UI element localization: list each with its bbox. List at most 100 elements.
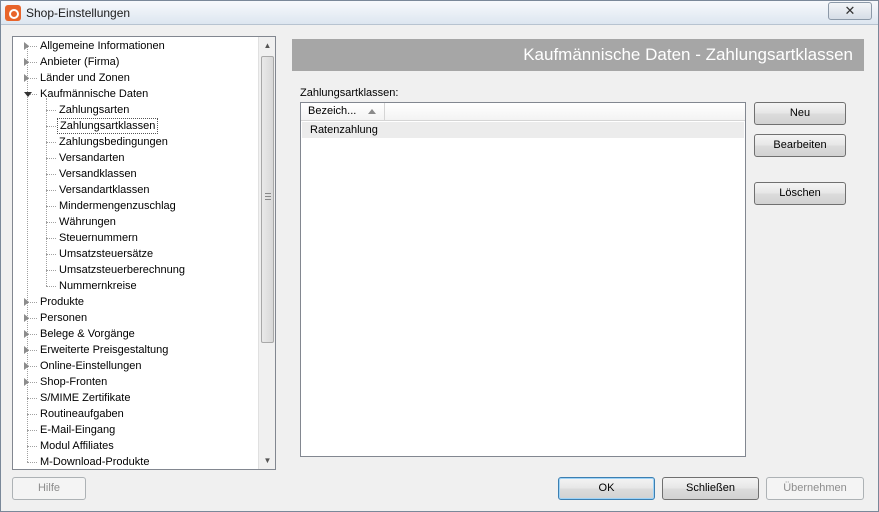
tree-connector	[27, 414, 37, 415]
tree-item[interactable]: Routineaufgaben	[24, 406, 253, 422]
tree-connector	[46, 142, 56, 143]
ok-button[interactable]: OK	[558, 477, 655, 500]
tree-item[interactable]: Zahlungsarten	[43, 102, 253, 118]
expanded-arrow-icon[interactable]	[24, 92, 32, 97]
tree-item-label: Versandklassen	[59, 168, 137, 180]
tree-item[interactable]: Versandartklassen	[43, 182, 253, 198]
window-close-button[interactable]: ✕	[828, 2, 872, 20]
app-icon	[5, 5, 21, 21]
tree-item[interactable]: Zahlungsbedingungen	[43, 134, 253, 150]
tree-item[interactable]: Umsatzsteuerberechnung	[43, 262, 253, 278]
tree-item[interactable]: Allgemeine Informationen	[24, 38, 253, 54]
tree-item[interactable]: M-Download-Produkte	[24, 454, 253, 469]
tree-item-label: Zahlungsarten	[59, 104, 130, 116]
tree-scrollbar[interactable]: ▲ ▼	[258, 37, 275, 469]
tree-connector	[46, 206, 56, 207]
payment-class-list[interactable]: Bezeich... Ratenzahlung	[300, 102, 746, 457]
tree-item[interactable]: Anbieter (Firma)	[24, 54, 253, 70]
collapsed-arrow-icon[interactable]	[24, 330, 29, 338]
apply-button[interactable]: Übernehmen	[766, 477, 864, 500]
collapsed-arrow-icon[interactable]	[24, 58, 29, 66]
collapsed-arrow-icon[interactable]	[24, 42, 29, 50]
tree-item-label: E-Mail-Eingang	[40, 424, 116, 436]
tree-item-label: Steuernummern	[59, 232, 138, 244]
delete-button[interactable]: Löschen	[754, 182, 846, 205]
close-button[interactable]: Schließen	[662, 477, 759, 500]
tree-item[interactable]: Erweiterte Preisgestaltung	[24, 342, 253, 358]
tree-item[interactable]: Shop-Fronten	[24, 374, 253, 390]
collapsed-arrow-icon[interactable]	[24, 298, 29, 306]
tree-item[interactable]: Steuernummern	[43, 230, 253, 246]
tree-connector	[46, 158, 56, 159]
collapsed-arrow-icon[interactable]	[24, 314, 29, 322]
tree-connector	[27, 398, 37, 399]
tree-content: Allgemeine Informationen Anbieter (Firma)…	[13, 37, 258, 469]
tree-item-label: Nummernkreise	[59, 280, 137, 292]
tree-item[interactable]: Modul Affiliates	[24, 438, 253, 454]
tree-item-label: Shop-Fronten	[40, 376, 108, 388]
list-row[interactable]: Ratenzahlung	[302, 122, 744, 138]
tree-item-label: Erweiterte Preisgestaltung	[40, 344, 169, 356]
column-header-label: Bezeich...	[308, 105, 357, 117]
tree-item-label: Online-Einstellungen	[40, 360, 142, 372]
tree-item[interactable]: S/MIME Zertifikate	[24, 390, 253, 406]
tree-connector	[46, 254, 56, 255]
tree-item-label: Mindermengenzuschlag	[59, 200, 176, 212]
tree-connector	[46, 126, 56, 127]
tree-item-label: Versandartklassen	[59, 184, 150, 196]
tree-connector	[27, 446, 37, 447]
tree-item[interactable]: E-Mail-Eingang	[24, 422, 253, 438]
title-bar[interactable]: Shop-Einstellungen ✕	[1, 1, 878, 25]
new-button[interactable]: Neu	[754, 102, 846, 125]
tree-item-label: Modul Affiliates	[40, 440, 114, 452]
tree-item-label: Versandarten	[59, 152, 125, 164]
collapsed-arrow-icon[interactable]	[24, 362, 29, 370]
tree-connector	[27, 462, 37, 463]
column-header-filler	[385, 103, 745, 121]
tree-item[interactable]: Währungen	[43, 214, 253, 230]
tree-item[interactable]: Mindermengenzuschlag	[43, 198, 253, 214]
tree-connector	[46, 110, 56, 111]
tree-item[interactable]: Länder und Zonen	[24, 70, 253, 86]
help-button[interactable]: Hilfe	[12, 477, 86, 500]
scrollbar-thumb[interactable]	[261, 56, 274, 343]
tree-item-label: Belege & Vorgänge	[40, 328, 135, 340]
tree-connector	[46, 286, 56, 287]
settings-tree[interactable]: Allgemeine Informationen Anbieter (Firma)…	[12, 36, 276, 470]
tree-item-label: Umsatzsteuersätze	[59, 248, 154, 260]
grip-icon	[265, 193, 271, 200]
tree-item-label: Zahlungsartklassen	[57, 118, 159, 134]
tree-item-label: Anbieter (Firma)	[40, 56, 120, 68]
tree-connector	[27, 430, 37, 431]
tree-connector	[46, 270, 56, 271]
tree-item-label: Produkte	[40, 296, 85, 308]
tree-item-label: Kaufmännische Daten	[40, 88, 149, 100]
tree-connector	[46, 190, 56, 191]
edit-button[interactable]: Bearbeiten	[754, 134, 846, 157]
scroll-up-icon[interactable]: ▲	[259, 37, 275, 54]
tree-item[interactable]: Versandklassen	[43, 166, 253, 182]
tree-item[interactable]: Umsatzsteuersätze	[43, 246, 253, 262]
tree-item-label: Zahlungsbedingungen	[59, 136, 168, 148]
tree-item[interactable]: Kaufmännische Daten	[24, 86, 253, 102]
window-title: Shop-Einstellungen	[26, 6, 131, 20]
tree-item-label: Währungen	[59, 216, 116, 228]
tree-item[interactable]: Versandarten	[43, 150, 253, 166]
column-header-bezeichnung[interactable]: Bezeich...	[301, 103, 385, 121]
close-icon: ✕	[844, 3, 856, 18]
tree-item[interactable]: Produkte	[24, 294, 253, 310]
tree-item[interactable]: Zahlungsartklassen	[43, 118, 253, 134]
tree-connector	[46, 238, 56, 239]
collapsed-arrow-icon[interactable]	[24, 346, 29, 354]
tree-item[interactable]: Belege & Vorgänge	[24, 326, 253, 342]
tree-item[interactable]: Online-Einstellungen	[24, 358, 253, 374]
tree-item[interactable]: Nummernkreise	[43, 278, 253, 294]
tree-connector	[46, 174, 56, 175]
tree-item[interactable]: Personen	[24, 310, 253, 326]
sort-ascending-icon	[368, 109, 376, 114]
tree-item-label: M-Download-Produkte	[40, 456, 150, 468]
settings-window: Shop-Einstellungen ✕ Allgemeine Informat…	[0, 0, 879, 512]
collapsed-arrow-icon[interactable]	[24, 74, 29, 82]
scroll-down-icon[interactable]: ▼	[259, 452, 275, 469]
collapsed-arrow-icon[interactable]	[24, 378, 29, 386]
